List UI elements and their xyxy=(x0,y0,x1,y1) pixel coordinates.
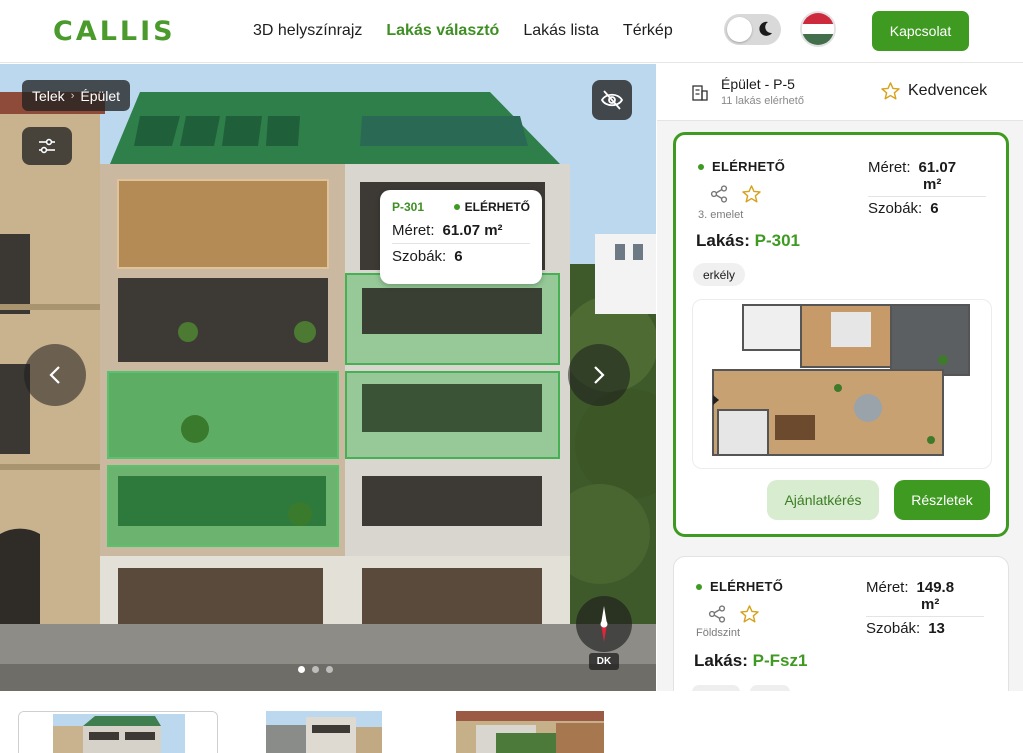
view-thumbnail[interactable] xyxy=(18,711,218,753)
status-dot-icon xyxy=(698,163,704,170)
share-icon[interactable] xyxy=(708,605,726,623)
status-dot-icon xyxy=(453,204,460,210)
chevron-right-icon: › xyxy=(70,89,75,102)
breadcrumb-building[interactable]: Épület xyxy=(80,88,120,104)
tooltip-status-text: ELÉRHETŐ xyxy=(464,200,530,214)
divider xyxy=(392,243,530,244)
size-value: 149.8 xyxy=(916,579,955,596)
theme-toggle[interactable] xyxy=(724,14,781,45)
star-icon xyxy=(881,82,900,100)
view-thumbnail[interactable] xyxy=(456,711,604,753)
slide-dot[interactable] xyxy=(298,666,305,673)
apartment-code: P-Fsz1 xyxy=(752,651,808,670)
floor-label: Földszint xyxy=(696,627,741,639)
floor-plan-drawing xyxy=(712,304,973,465)
building-3d-view[interactable]: Telek › Épület P-301 ELÉRHETŐ Méret: 61.… xyxy=(0,64,656,691)
building-icon xyxy=(692,85,708,101)
language-flag-hungary-icon[interactable] xyxy=(800,11,836,47)
compass-icon xyxy=(600,606,608,642)
slide-dot[interactable] xyxy=(326,666,333,673)
nav-3d-site-plan[interactable]: 3D helyszínrajz xyxy=(253,22,362,40)
card-actions xyxy=(710,185,761,203)
nav-apartment-list[interactable]: Lakás lista xyxy=(523,22,599,40)
view-thumbnails xyxy=(0,691,1023,753)
tooltip-size-value: 61.07 m² xyxy=(442,222,503,239)
building-render xyxy=(0,64,656,691)
toggle-knob xyxy=(727,17,752,42)
apartment-card[interactable]: ELÉRHETŐ 3. emelet Lakás: P-301 Méret: 6… xyxy=(673,132,1009,537)
size-unit: m² xyxy=(923,176,942,193)
star-icon[interactable] xyxy=(740,605,759,623)
main-nav: 3D helyszínrajz Lakás választó Lakás lis… xyxy=(253,22,673,40)
status-dot-icon xyxy=(696,583,702,590)
slide-dot[interactable] xyxy=(312,666,319,673)
compass-button[interactable] xyxy=(576,596,632,652)
details-button[interactable]: Részletek xyxy=(894,480,990,520)
share-icon[interactable] xyxy=(710,185,728,203)
rooms-value: 13 xyxy=(928,620,945,637)
rooms-value: 6 xyxy=(930,200,939,217)
floor-label: 3. emelet xyxy=(698,209,744,221)
favorites-link[interactable]: Kedvencek xyxy=(881,82,987,100)
floor-plan-image[interactable] xyxy=(692,299,992,469)
size-value: 61.07 xyxy=(918,159,957,176)
apartment-label: Lakás: xyxy=(696,231,750,250)
view-thumbnail[interactable] xyxy=(266,711,382,753)
next-view-button[interactable] xyxy=(568,344,630,406)
request-offer-button[interactable]: Ajánlatkérés xyxy=(767,480,879,520)
apartment-meta: Méret: 61.07 m² Szobák: 6 xyxy=(868,159,986,217)
size-label: Méret: xyxy=(868,159,911,176)
building-title: Épület - P-5 xyxy=(721,76,795,92)
tooltip-apartment-code: P-301 xyxy=(392,200,425,214)
thumbnail-image xyxy=(19,712,217,753)
filter-button[interactable] xyxy=(22,127,72,165)
tooltip-size-label: Méret: xyxy=(392,222,435,239)
apartment-sidebar: Épület - P-5 11 lakás elérhető Kedvencek… xyxy=(657,64,1023,691)
brand-logo[interactable]: CALLIS xyxy=(53,16,176,47)
previous-view-button[interactable] xyxy=(24,344,86,406)
card-actions xyxy=(708,605,759,623)
star-icon[interactable] xyxy=(742,185,761,203)
apartment-tooltip: P-301 ELÉRHETŐ Méret: 61.07 m² Szobák: 6 xyxy=(380,190,542,284)
rooms-label: Szobák: xyxy=(868,200,923,217)
availability-status: ELÉRHETŐ xyxy=(696,579,783,594)
chevron-left-icon xyxy=(49,366,60,384)
sliders-icon xyxy=(39,138,55,154)
divider xyxy=(866,616,984,617)
availability-text: ELÉRHETŐ xyxy=(712,159,786,174)
slide-indicator xyxy=(298,666,333,673)
apartment-card[interactable]: ELÉRHETŐ Földszint Lakás: P-Fsz1 Méret: … xyxy=(673,556,1009,691)
rooms-label: Szobák: xyxy=(866,620,921,637)
compass-direction-label: DK xyxy=(589,653,619,670)
nav-map[interactable]: Térkép xyxy=(623,22,673,40)
feature-tag: erkély xyxy=(693,263,746,286)
thumbnail-image xyxy=(266,711,382,753)
breadcrumb-site[interactable]: Telek xyxy=(32,88,65,104)
available-count: 11 lakás elérhető xyxy=(721,95,804,107)
apartment-label: Lakás: xyxy=(694,651,748,670)
size-unit: m² xyxy=(921,596,940,613)
apartment-name: Lakás: P-301 xyxy=(696,231,800,251)
chevron-right-icon xyxy=(594,366,605,384)
moon-icon xyxy=(759,21,772,36)
eye-off-icon xyxy=(600,90,624,110)
nav-apartment-selector[interactable]: Lakás választó xyxy=(386,22,499,40)
favorites-label: Kedvencek xyxy=(908,82,988,99)
availability-text: ELÉRHETŐ xyxy=(710,579,784,594)
contact-button[interactable]: Kapcsolat xyxy=(872,11,969,51)
apartment-code: P-301 xyxy=(754,231,800,250)
thumbnail-image xyxy=(456,711,604,753)
divider xyxy=(868,196,986,197)
size-label: Méret: xyxy=(866,579,909,596)
tooltip-rooms-label: Szobák: xyxy=(392,248,447,265)
availability-status: ELÉRHETŐ xyxy=(698,159,785,174)
tooltip-rooms-value: 6 xyxy=(454,248,463,265)
apartment-meta: Méret: 149.8 m² Szobák: 13 xyxy=(866,579,984,637)
breadcrumb: Telek › Épület xyxy=(22,80,131,111)
building-header: Épület - P-5 11 lakás elérhető Kedvencek xyxy=(657,64,1023,121)
tooltip-status: ELÉRHETŐ xyxy=(453,200,530,214)
top-header: CALLIS 3D helyszínrajz Lakás választó La… xyxy=(0,0,1023,63)
apartment-name: Lakás: P-Fsz1 xyxy=(694,651,807,671)
hide-overlay-button[interactable] xyxy=(592,80,632,120)
